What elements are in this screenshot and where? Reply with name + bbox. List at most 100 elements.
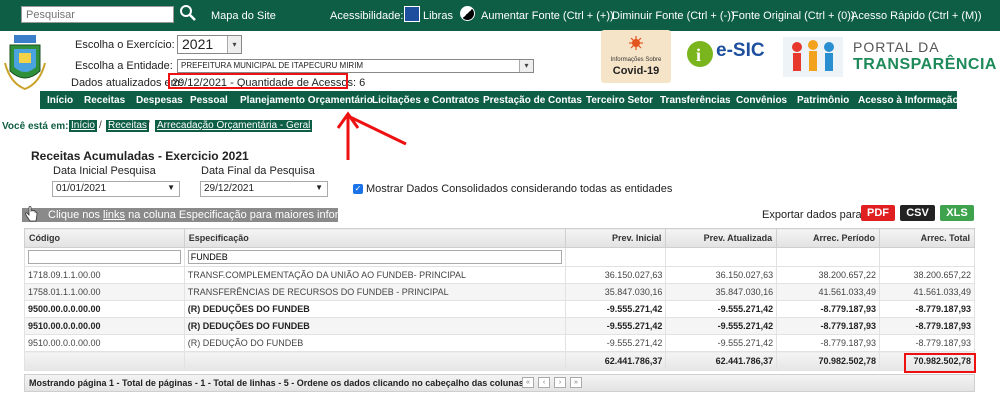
info-links-link[interactable]: links: [103, 209, 125, 221]
cell-prev-atualizada: -9.555.271,42: [665, 334, 778, 352]
cell-prev-atualizada: 35.847.030,16: [665, 283, 778, 301]
codigo-filter-input[interactable]: [28, 250, 181, 264]
menu-item-inicio[interactable]: Início: [47, 95, 73, 106]
transparency-portal-logo[interactable]: PORTAL DA TRANSPARÊNCIA: [783, 35, 996, 79]
end-date-select[interactable]: 29/12/2021 ▼: [200, 181, 328, 197]
cell-prev-inicial: -9.555.271,42: [565, 300, 667, 318]
entity-select[interactable]: PREFEITURA MUNICIPAL DE ITAPECURU MIRIM …: [177, 59, 534, 73]
cell-prev-atualizada: 36.150.027,63: [665, 266, 778, 284]
breadcrumb-item-arrecadacao[interactable]: Arrecadação Orçamentária - Geral: [155, 120, 313, 132]
cell-arrec-periodo: -8.779.187,93: [776, 317, 881, 335]
info-text-pre: Clique nos: [48, 209, 104, 221]
cell-arrec-total: 38.200.657,22: [879, 266, 975, 284]
search-input[interactable]: [21, 6, 174, 23]
column-header-prev-inicial[interactable]: Prev. Inicial: [565, 228, 667, 248]
first-page-icon[interactable]: «: [522, 377, 534, 388]
menu-item-planejamento[interactable]: Planejamento Orçamentário: [240, 95, 373, 106]
export-csv-button[interactable]: CSV: [900, 205, 935, 221]
highlight-box: [904, 353, 976, 373]
cell-especificacao[interactable]: TRANSF.COMPLEMENTAÇÃO DA UNIÃO AO FUNDEB…: [183, 266, 567, 284]
cell-especificacao[interactable]: TRANSFERÊNCIAS DE RECURSOS DO FUNDEB - P…: [183, 283, 567, 301]
chevron-down-icon: ▾: [519, 60, 533, 72]
coat-of-arms-icon: [4, 35, 46, 91]
column-header-codigo[interactable]: Código: [24, 228, 185, 248]
exercise-label: Escolha o Exercício:: [75, 39, 175, 51]
column-header-arrec-total[interactable]: Arrec. Total: [879, 228, 975, 248]
annotation-arrow-icon: [336, 111, 407, 160]
chevron-down-icon: ▼: [315, 183, 323, 192]
total-prev-inicial: 62.441.786,37: [565, 351, 667, 371]
cell-codigo: 1758.01.1.1.00.00: [24, 283, 185, 301]
breadcrumb-item-inicio[interactable]: Início: [69, 120, 97, 132]
info-text-post: na coluna Especificação para maiores inf…: [125, 209, 381, 221]
covid-info-logo[interactable]: Informações Sobre Covid-19: [601, 30, 671, 83]
menu-item-convenios[interactable]: Convênios: [736, 95, 787, 106]
menu-item-receitas[interactable]: Receitas: [84, 95, 125, 106]
cell-codigo: 9500.00.0.0.00.00: [24, 300, 185, 318]
entity-label: Escolha a Entidade:: [75, 60, 173, 72]
totals-row: 62.441.786,37 62.441.786,37 70.982.502,78 7…: [24, 351, 975, 371]
cell-arrec-periodo: -8.779.187,93: [776, 334, 881, 352]
menu-item-licitacoes[interactable]: Licitações e Contratos: [372, 95, 479, 106]
contrast-icon[interactable]: [460, 6, 475, 21]
table-row: 1718.09.1.1.00.00 TRANSF.COMPLEMENTAÇÃO D…: [24, 266, 975, 284]
column-header-arrec-periodo[interactable]: Arrec. Período: [776, 228, 881, 248]
accessibility-label: Acessibilidade:: [330, 10, 404, 22]
table-row: 9510.00.0.0.00.00 (R) DEDUÇÕES DO FUNDEB -…: [24, 317, 975, 335]
portal-line1: PORTAL DA: [853, 39, 940, 55]
especificacao-filter-input[interactable]: [187, 250, 563, 264]
export-pdf-button[interactable]: PDF: [861, 205, 895, 221]
consolidated-checkbox[interactable]: ✓: [353, 184, 363, 194]
menu-item-acesso-informacao[interactable]: Acesso à Informação: [858, 95, 959, 106]
menu-item-transferencias[interactable]: Transferências: [660, 95, 731, 106]
total-prev-atualizada: 62.441.786,37: [665, 351, 778, 371]
original-font-link[interactable]: Fonte Original (Ctrl + (0)): [732, 10, 855, 22]
entity-value: PREFEITURA MUNICIPAL DE ITAPECURU MIRIM: [181, 61, 364, 70]
esic-logo[interactable]: i e-SIC: [686, 38, 774, 74]
cell-especificacao[interactable]: (R) DEDUÇÃO DO FUNDEB: [183, 334, 567, 352]
decrease-font-link[interactable]: Diminuir Fonte (Ctrl + (-)): [612, 10, 735, 22]
menu-item-prestacao[interactable]: Prestação de Contas: [483, 95, 582, 106]
people-icon: [783, 37, 843, 77]
cell-especificacao[interactable]: (R) DEDUÇÕES DO FUNDEB: [183, 317, 567, 335]
menu-item-despesas[interactable]: Despesas: [136, 95, 183, 106]
breadcrumb-label: Você está em:: [2, 121, 69, 132]
filter-row: [24, 247, 975, 267]
menu-item-terceiro-setor[interactable]: Terceiro Setor: [586, 95, 653, 106]
last-page-icon[interactable]: »: [570, 377, 582, 388]
menu-item-pessoal[interactable]: Pessoal: [190, 95, 228, 106]
cell-arrec-total: -8.779.187,93: [879, 334, 975, 352]
cell-arrec-periodo: 38.200.657,22: [776, 266, 881, 284]
libras-icon[interactable]: [404, 6, 420, 22]
highlight-box: [168, 73, 348, 89]
cell-codigo: 9510.00.0.0.00.00: [24, 334, 185, 352]
exercise-select[interactable]: 2021 ▾: [177, 35, 242, 54]
revenue-table: Código Especificação Prev. Inicial Prev.…: [24, 228, 975, 371]
cell-prev-atualizada: -9.555.271,42: [665, 300, 778, 318]
breadcrumb-separator: /: [147, 120, 150, 131]
consolidated-label: Mostrar Dados Consolidados considerando …: [366, 183, 673, 195]
cell-especificacao[interactable]: (R) DEDUÇÕES DO FUNDEB: [183, 300, 567, 318]
menu-item-patrimonio[interactable]: Patrimônio: [797, 95, 849, 106]
cell-arrec-total: -8.779.187,93: [879, 300, 975, 318]
previous-page-icon[interactable]: ‹: [538, 377, 550, 388]
search-icon[interactable]: [179, 4, 197, 22]
start-date-value: 01/01/2021: [56, 183, 107, 194]
total-empty-cell: [24, 351, 185, 371]
site-map-link[interactable]: Mapa do Site: [211, 10, 276, 22]
portal-line2: TRANSPARÊNCIA: [853, 56, 997, 73]
esic-icon: i: [687, 41, 713, 67]
start-date-select[interactable]: 01/01/2021 ▼: [52, 181, 180, 197]
column-header-especificacao[interactable]: Especificação: [183, 228, 567, 248]
cell-arrec-periodo: -8.779.187,93: [776, 300, 881, 318]
next-page-icon[interactable]: ›: [554, 377, 566, 388]
libras-link[interactable]: Libras: [423, 10, 453, 22]
cell-codigo: 9510.00.0.0.00.00: [24, 317, 185, 335]
cell-arrec-total: -8.779.187,93: [879, 317, 975, 335]
quick-access-link[interactable]: Acesso Rápido (Ctrl + (M)): [851, 10, 982, 22]
breadcrumb-item-receitas[interactable]: Receitas: [106, 120, 149, 132]
esic-title: e-SIC: [716, 40, 765, 61]
column-header-prev-atualizada[interactable]: Prev. Atualizada: [665, 228, 778, 248]
export-xls-button[interactable]: XLS: [940, 205, 974, 221]
increase-font-link[interactable]: Aumentar Fonte (Ctrl + (+)): [481, 10, 614, 22]
